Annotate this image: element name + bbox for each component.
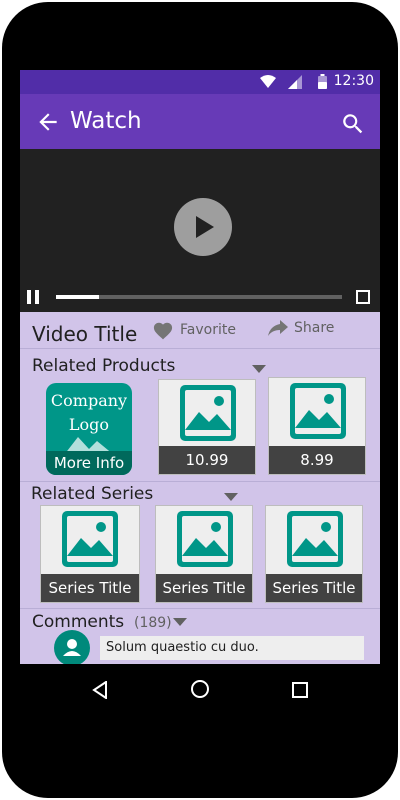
share-button[interactable]: Share: [268, 320, 334, 336]
comments-heading: Comments: [32, 612, 125, 632]
related-products-dropdown-icon[interactable]: [252, 365, 266, 373]
nav-recents-icon[interactable]: [292, 682, 308, 698]
series-title: Series Title: [41, 574, 139, 602]
company-logo-card[interactable]: Company Logo More Info: [46, 383, 132, 475]
related-series-heading: Related Series: [31, 484, 154, 504]
share-arrow-icon: [268, 320, 288, 336]
page-title: Watch: [70, 108, 142, 134]
series-card[interactable]: Series Title: [155, 505, 253, 603]
product-price: 10.99: [159, 446, 255, 474]
section-divider: [20, 481, 380, 482]
play-icon: [196, 216, 214, 238]
pause-icon[interactable]: [26, 290, 40, 304]
series-card[interactable]: Series Title: [265, 505, 363, 603]
image-placeholder-icon: [287, 511, 343, 567]
series-title: Series Title: [156, 574, 252, 602]
search-icon[interactable]: [340, 111, 366, 137]
status-time: 12:30: [333, 73, 374, 89]
play-button[interactable]: [174, 198, 232, 256]
app-bar: Watch: [20, 94, 380, 149]
status-bar: 12:30: [20, 70, 380, 94]
company-logo-line-1: Company: [50, 391, 128, 410]
nav-home-icon[interactable]: [190, 679, 210, 699]
seek-progress: [56, 295, 99, 299]
image-placeholder-icon: [290, 383, 346, 439]
comments-count: (189): [134, 615, 172, 631]
seek-bar[interactable]: [56, 295, 342, 299]
related-series-dropdown-icon[interactable]: [224, 493, 238, 501]
avatar[interactable]: [54, 630, 90, 664]
product-card[interactable]: 8.99: [268, 377, 366, 475]
series-title: Series Title: [266, 574, 362, 602]
video-player[interactable]: [20, 149, 380, 312]
comment-text: Solum quaestio cu duo.: [100, 636, 364, 660]
related-products-heading: Related Products: [32, 356, 176, 376]
signal-icon: [288, 75, 302, 89]
section-divider: [20, 608, 380, 609]
wifi-icon: [260, 75, 276, 88]
video-title-row: Video Title Favorite Share: [20, 312, 380, 349]
favorite-button[interactable]: Favorite: [152, 320, 236, 340]
more-info-button[interactable]: More Info: [46, 451, 132, 475]
user-icon: [63, 639, 81, 656]
heart-icon: [153, 322, 173, 340]
battery-icon: [318, 74, 327, 89]
video-title: Video Title: [32, 322, 138, 346]
comments-dropdown-icon[interactable]: [173, 618, 187, 626]
favorite-label: Favorite: [180, 322, 236, 338]
series-card[interactable]: Series Title: [40, 505, 140, 603]
fullscreen-icon[interactable]: [356, 290, 370, 304]
image-placeholder-icon: [177, 511, 233, 567]
app-screen: 12:30 Watch Video Title Favorite Share R…: [20, 70, 380, 664]
image-placeholder-icon: [180, 385, 236, 441]
product-price: 8.99: [269, 446, 365, 474]
nav-back-icon[interactable]: [91, 681, 109, 699]
image-placeholder-icon: [62, 511, 118, 567]
share-label: Share: [294, 320, 335, 336]
product-card[interactable]: 10.99: [158, 379, 256, 475]
back-arrow-icon[interactable]: [34, 109, 62, 135]
company-logo-text: Company Logo: [46, 389, 132, 437]
company-logo-line-2: Logo: [68, 415, 110, 434]
